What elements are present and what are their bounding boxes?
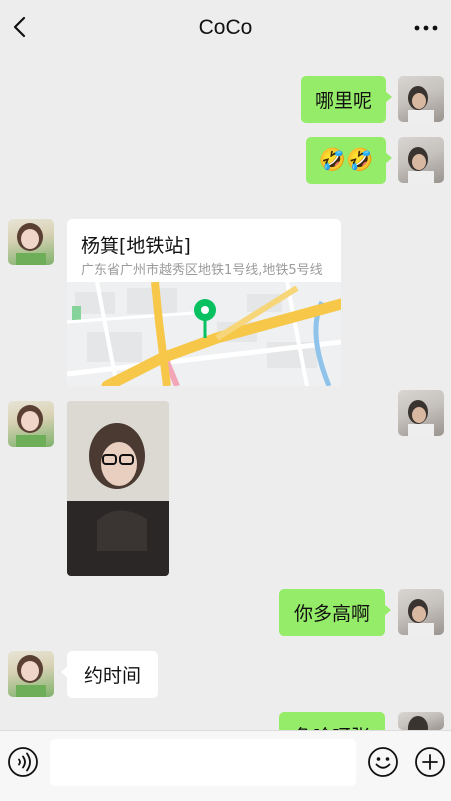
avatar[interactable] xyxy=(398,137,444,183)
message-text: 约时间 xyxy=(83,665,141,687)
voice-icon[interactable] xyxy=(7,746,39,778)
emoji-message: 🤣🤣 xyxy=(318,148,374,173)
chat-header: CoCo xyxy=(0,0,451,58)
emoji-icon[interactable] xyxy=(367,746,399,778)
location-message-card[interactable]: 杨箕[地铁站] 广东省广州市越秀区地铁1号线,地铁5号线 xyxy=(67,219,341,386)
location-address: 广东省广州市越秀区地铁1号线,地铁5号线 xyxy=(81,263,323,278)
message-text: 你多高啊 xyxy=(293,603,370,625)
message-text: 哪里呢 xyxy=(314,90,372,112)
avatar[interactable] xyxy=(398,712,444,730)
input-bar xyxy=(0,730,451,801)
more-dots-icon[interactable] xyxy=(411,18,441,38)
location-map xyxy=(67,282,341,386)
plus-icon[interactable] xyxy=(414,746,446,778)
message-input[interactable] xyxy=(50,739,356,786)
message-bubble-outgoing[interactable]: 哪里呢 xyxy=(301,76,392,123)
avatar[interactable] xyxy=(8,651,54,697)
message-bubble-incoming[interactable]: 约时间 xyxy=(61,651,158,698)
message-bubble-outgoing[interactable]: 你多高啊 xyxy=(279,589,391,636)
avatar[interactable] xyxy=(8,219,54,265)
avatar[interactable] xyxy=(8,401,54,447)
avatar[interactable] xyxy=(398,589,444,635)
image-message[interactable] xyxy=(67,401,169,576)
avatar[interactable] xyxy=(398,76,444,122)
chat-title: CoCo xyxy=(198,16,253,39)
avatar[interactable] xyxy=(398,390,444,436)
location-name: 杨箕[地铁站] xyxy=(81,235,191,257)
message-bubble-outgoing[interactable]: 🤣🤣 xyxy=(306,137,392,184)
